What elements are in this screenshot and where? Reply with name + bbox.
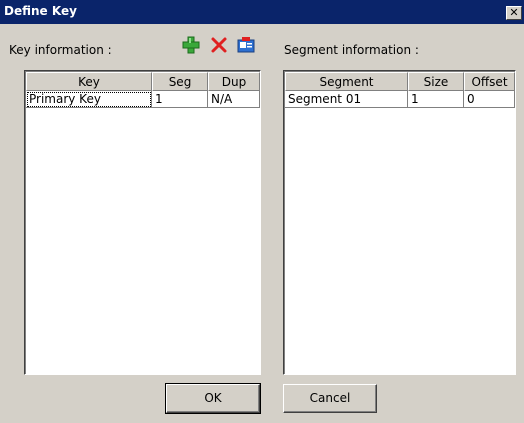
column-header-offset[interactable]: Offset xyxy=(464,72,515,91)
dialog-title: Define Key xyxy=(4,4,77,18)
properties-key-icon[interactable] xyxy=(236,35,256,55)
key-information-label: Key information : xyxy=(9,43,112,57)
define-key-dialog: Define Key ✕ Key information : Key Seg D… xyxy=(0,0,524,423)
segment-list-area: Segment Size Offset Segment 01 1 0 xyxy=(284,71,515,374)
add-key-icon[interactable] xyxy=(181,35,201,55)
close-icon: ✕ xyxy=(509,6,519,19)
close-button[interactable]: ✕ xyxy=(506,6,522,20)
segment-size-cell[interactable]: 1 xyxy=(408,91,464,108)
key-list-area: Key Seg Dup Primary Key 1 N/A xyxy=(25,71,260,374)
title-bar[interactable]: Define Key ✕ xyxy=(0,0,524,24)
key-seg-cell[interactable]: 1 xyxy=(152,91,208,108)
ok-button[interactable]: OK xyxy=(165,383,261,414)
key-dup-cell[interactable]: N/A xyxy=(208,91,260,108)
column-header-size[interactable]: Size xyxy=(408,72,464,91)
segment-offset-cell[interactable]: 0 xyxy=(464,91,515,108)
segment-list-table[interactable]: Segment Size Offset Segment 01 1 0 xyxy=(283,70,516,375)
segment-name-cell[interactable]: Segment 01 xyxy=(285,91,408,108)
column-header-segment[interactable]: Segment xyxy=(285,72,408,91)
column-header-dup[interactable]: Dup xyxy=(208,72,260,91)
delete-key-icon[interactable] xyxy=(209,35,229,55)
segment-information-label: Segment information : xyxy=(284,43,419,57)
key-name-cell[interactable]: Primary Key xyxy=(26,91,152,108)
column-header-seg[interactable]: Seg xyxy=(152,72,208,91)
key-list-table[interactable]: Key Seg Dup Primary Key 1 N/A xyxy=(24,70,261,375)
cancel-button[interactable]: Cancel xyxy=(283,384,377,413)
column-header-key[interactable]: Key xyxy=(26,72,152,91)
